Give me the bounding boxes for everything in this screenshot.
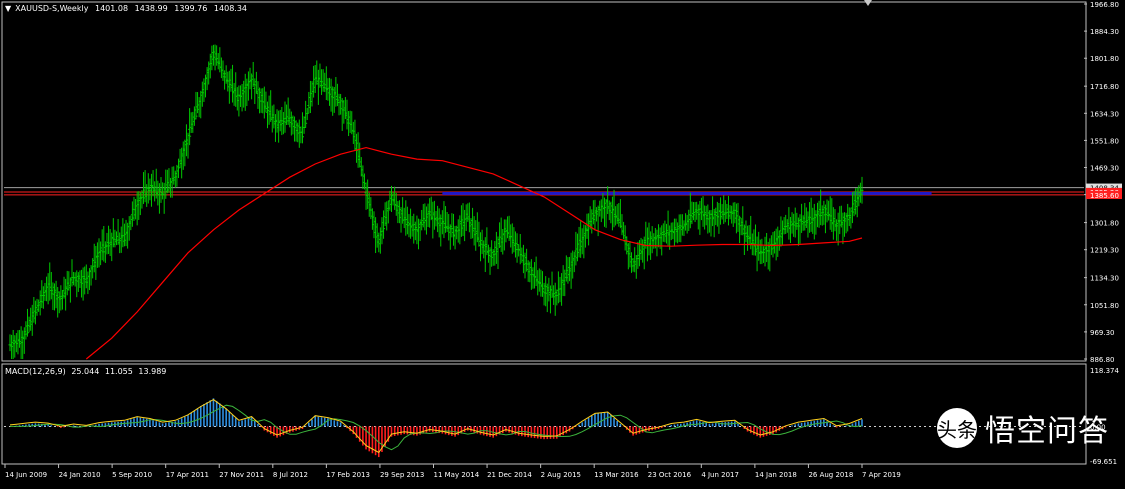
time-axis-label: 24 Jan 2010: [59, 471, 101, 479]
high-value: 1438.99: [134, 4, 168, 13]
dropdown-triangle-icon[interactable]: ▼: [5, 4, 11, 13]
time-axis-label: 13 Mar 2016: [594, 471, 639, 479]
macd-value-2: 11.055: [104, 367, 133, 376]
time-axis-label: 23 Oct 2016: [648, 471, 692, 479]
time-axis-label: 7 Apr 2019: [862, 471, 901, 479]
open-value: 1401.08: [95, 4, 129, 13]
macd-pane[interactable]: [1, 363, 1087, 465]
chart-window[interactable]: 1966.80 1884.30 1801.80 1716.80 1634.30 1551.…: [0, 0, 1125, 485]
time-axis-label: 21 Dec 2014: [487, 471, 532, 479]
close-value: 1408.34: [213, 4, 248, 13]
time-axis-label: 4 Jun 2017: [701, 471, 739, 479]
toutiao-logo-icon: 头条: [937, 408, 977, 448]
price-scale-label: 1469.30: [1090, 165, 1119, 173]
price-scale-label: 1966.80: [1090, 1, 1119, 9]
macd-label: MACD(12,26,9): [5, 367, 66, 376]
time-axis-label: 17 Feb 2013: [326, 471, 370, 479]
price-scale-label: 1634.30: [1090, 110, 1119, 118]
watermark: 头条 悟空问答: [937, 406, 1109, 450]
time-axis-label: 2 Aug 2015: [541, 471, 581, 479]
macd-scale-label: 118.374: [1090, 367, 1119, 375]
time-axis-label: 5 Sep 2010: [112, 471, 152, 479]
time-axis-label: 8 Jul 2012: [273, 471, 308, 479]
price-scale-label: 1301.80: [1090, 220, 1119, 228]
symbol-label: XAUUSD-S,Weekly: [15, 4, 89, 13]
chart-shift-icon[interactable]: [864, 0, 872, 6]
price-scale-label: 1884.30: [1090, 28, 1119, 36]
price-scale-label: 1716.80: [1090, 83, 1119, 91]
time-axis-label: 14 Jun 2009: [5, 471, 47, 479]
price-scale-label: 1801.80: [1090, 55, 1119, 63]
macd-scale-label: -69.651: [1090, 458, 1117, 466]
price-scale-label: 1551.80: [1090, 137, 1119, 145]
time-axis-label: 14 Jan 2018: [755, 471, 797, 479]
price-scale-label: 1051.80: [1090, 302, 1119, 310]
time-axis-label: 29 Sep 2013: [380, 471, 424, 479]
price-marker-label: 1385.60: [1090, 192, 1119, 200]
price-scale-label: 1219.30: [1090, 247, 1119, 255]
low-value: 1399.76: [174, 4, 208, 13]
price-scale-label: 969.30: [1090, 329, 1115, 337]
time-axis-label: 27 Nov 2011: [219, 471, 264, 479]
macd-header: MACD(12,26,9) 25.044 11.055 13.989: [5, 367, 169, 376]
time-axis-label: 26 Aug 2018: [808, 471, 853, 479]
time-axis-label: 17 Apr 2011: [166, 471, 209, 479]
resistance-zone: [442, 191, 932, 195]
chart-header: ▼ XAUUSD-S,Weekly 1401.08 1438.99 1399.76…: [5, 4, 251, 13]
price-scale-label: 1134.30: [1090, 275, 1119, 283]
main-pane[interactable]: [1, 1, 1087, 362]
price-scale-label: 886.80: [1090, 356, 1115, 364]
macd-value-1: 25.044: [71, 367, 100, 376]
watermark-text: 悟空问答: [985, 414, 1109, 449]
time-axis-label: 11 May 2014: [434, 471, 480, 479]
macd-value-3: 13.989: [138, 367, 167, 376]
